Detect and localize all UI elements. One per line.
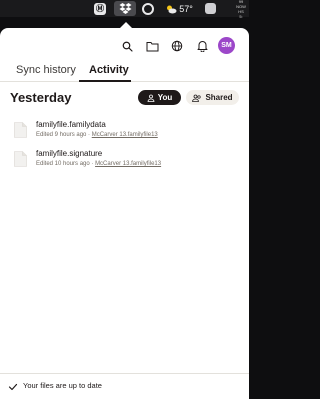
bell-icon <box>197 41 207 52</box>
filter-shared-button[interactable]: Shared <box>186 90 239 105</box>
dropbox-panel: SM Sync history Activity Yesterday You S… <box>0 28 249 399</box>
tab-activity[interactable]: Activity <box>89 64 129 76</box>
app-square-icon <box>204 3 216 14</box>
search-icon <box>122 41 133 52</box>
file-editor-link[interactable]: McCarver 13.familyfile13 <box>92 132 158 138</box>
file-icon <box>14 151 27 167</box>
partly-cloudy-icon <box>167 5 177 13</box>
app-icon-glyph: Ⓜ <box>94 2 106 15</box>
dropbox-menu-icon[interactable] <box>114 1 136 16</box>
macos-menu-bar: Ⓜ 57° 99 NOW HS 5: <box>0 0 249 19</box>
filter-you-label: You <box>157 93 173 102</box>
list-item[interactable]: familyfile.familydata Edited 9 hours ago… <box>0 120 249 146</box>
sync-status-text: Your files are up to date <box>23 381 102 390</box>
search-button[interactable] <box>119 38 135 54</box>
file-meta: Edited 9 hours ago · McCarver 13.familyf… <box>36 132 158 138</box>
people-icon <box>192 94 202 102</box>
active-tab-indicator <box>79 80 131 82</box>
tab-sync-history[interactable]: Sync history <box>16 64 76 76</box>
app-status-icon[interactable]: Ⓜ <box>94 2 106 15</box>
section-heading: Yesterday <box>10 90 72 105</box>
file-icon <box>14 122 27 138</box>
file-editor-link[interactable]: McCarver 13.familyfile13 <box>95 161 161 167</box>
menubar-clock-strip: 99 NOW HS 5: <box>233 0 249 19</box>
file-edited-time: Edited 10 hours ago <box>36 161 90 167</box>
menubar-app-icon[interactable] <box>204 2 216 15</box>
sync-status-bar: Your files are up to date <box>0 373 249 399</box>
globe-icon <box>171 40 183 52</box>
person-icon <box>147 94 155 102</box>
weather-widget[interactable]: 57° <box>163 2 195 15</box>
power-status-icon[interactable] <box>142 2 154 15</box>
folder-icon <box>146 41 158 51</box>
open-web-button[interactable] <box>169 38 185 54</box>
temperature-label: 57° <box>179 3 193 14</box>
file-edited-time: Edited 9 hours ago <box>36 132 87 138</box>
filter-you-button[interactable]: You <box>138 90 181 105</box>
checkmark-icon <box>8 383 18 391</box>
filter-shared-label: Shared <box>205 93 233 102</box>
list-item[interactable]: familyfile.signature Edited 10 hours ago… <box>0 149 249 175</box>
dropbox-logo-icon <box>119 3 131 14</box>
file-meta: Edited 10 hours ago · McCarver 13.family… <box>36 161 161 167</box>
circle-icon <box>142 2 154 15</box>
side-line-4: 5: <box>239 13 243 19</box>
open-folder-button[interactable] <box>144 38 160 54</box>
file-name: familyfile.familydata <box>36 120 106 129</box>
notifications-button[interactable] <box>194 38 210 54</box>
tab-bar: Sync history Activity <box>0 62 249 82</box>
avatar[interactable]: SM <box>218 37 235 54</box>
file-name: familyfile.signature <box>36 149 103 158</box>
